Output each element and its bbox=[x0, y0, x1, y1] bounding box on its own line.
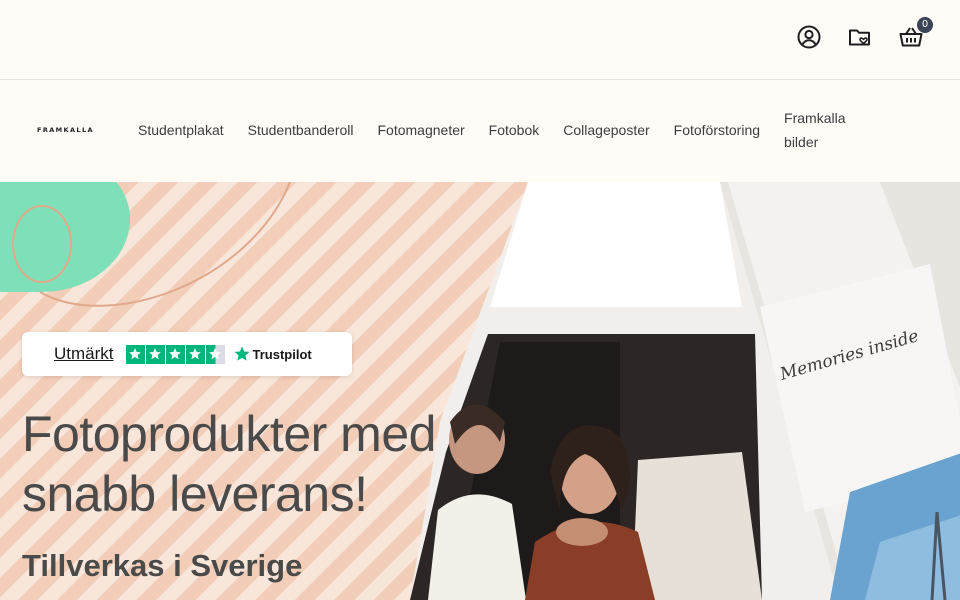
line-doodle-decoration bbox=[12, 182, 291, 307]
nav-item-collageposter[interactable]: Collageposter bbox=[563, 118, 649, 142]
star-icon bbox=[145, 344, 165, 364]
nav-item-fotomagneter[interactable]: Fotomagneter bbox=[378, 118, 465, 142]
trustpilot-rating-word[interactable]: Utmärkt bbox=[54, 344, 114, 364]
hero-subheadline: Tillverkas i Sverige bbox=[22, 548, 303, 583]
star-icon bbox=[185, 344, 205, 364]
account-icon[interactable] bbox=[796, 24, 822, 50]
hero-photo-collage: Memories inside bbox=[410, 182, 960, 600]
star-icon bbox=[165, 344, 185, 364]
cart-count-badge: 0 bbox=[917, 17, 933, 33]
trustpilot-brand: Trustpilot bbox=[252, 346, 312, 362]
trustpilot-logo: Trustpilot bbox=[233, 345, 312, 363]
hero-banner: Memories inside Utmärkt Trustpilot Fotop… bbox=[0, 182, 960, 600]
nav-item-framkalla-bilder[interactable]: Framkalla bilder bbox=[784, 106, 864, 154]
favorites-folder-icon[interactable] bbox=[847, 24, 873, 50]
top-bar: 0 bbox=[0, 0, 960, 80]
hero-headline: Fotoprodukter med snabb leverans! bbox=[22, 406, 436, 522]
header-actions: 0 bbox=[796, 17, 933, 50]
cart-icon[interactable]: 0 bbox=[898, 17, 933, 50]
trustpilot-stars bbox=[125, 344, 225, 364]
nav-item-studentplakat[interactable]: Studentplakat bbox=[138, 118, 224, 142]
trustpilot-widget[interactable]: Utmärkt Trustpilot bbox=[22, 332, 352, 376]
main-nav: Studentplakat Studentbanderoll Fotomagne… bbox=[138, 106, 864, 154]
nav-item-studentbanderoll[interactable]: Studentbanderoll bbox=[248, 118, 354, 142]
site-logo[interactable]: FRAMKALLA bbox=[37, 126, 94, 134]
nav-item-fotobok[interactable]: Fotobok bbox=[489, 118, 540, 142]
nav-item-fotoforstoring[interactable]: Fotoförstoring bbox=[674, 118, 760, 142]
star-icon bbox=[125, 344, 145, 364]
half-star-icon bbox=[205, 344, 225, 364]
trustpilot-star-icon bbox=[234, 346, 249, 361]
